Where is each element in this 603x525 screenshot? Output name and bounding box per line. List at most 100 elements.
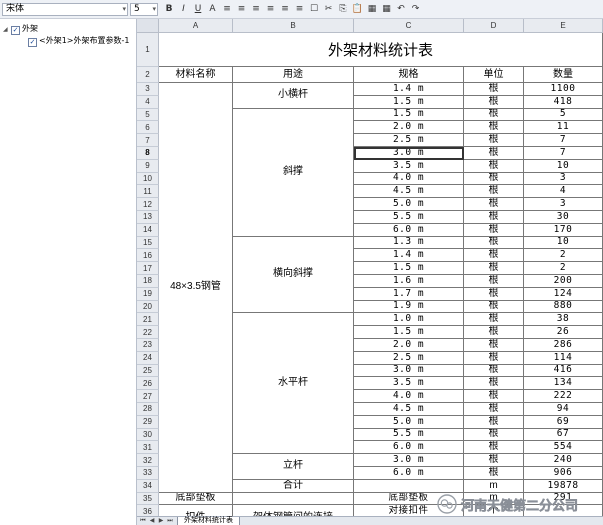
material-name-cell[interactable]: 扣件: [159, 505, 233, 516]
row-header[interactable]: 9: [137, 159, 159, 173]
spec-cell[interactable]: 3.0 m: [354, 147, 464, 160]
first-sheet-icon[interactable]: ⏮: [139, 517, 147, 525]
align-center-icon[interactable]: ≡: [235, 3, 249, 16]
quantity-cell[interactable]: 4: [524, 185, 603, 199]
unit-cell[interactable]: 根: [464, 467, 524, 480]
spec-cell[interactable]: 3.0 m: [354, 364, 464, 378]
spec-cell[interactable]: 1.7 m: [354, 287, 464, 301]
spec-cell[interactable]: 4.5 m: [354, 403, 464, 416]
unit-cell[interactable]: 根: [464, 236, 524, 250]
row-header[interactable]: 6: [137, 121, 159, 135]
quantity-cell[interactable]: 240: [524, 454, 603, 467]
unit-cell[interactable]: 根: [464, 262, 524, 275]
unit-cell[interactable]: 根: [464, 454, 524, 467]
table-header-cell[interactable]: 数量: [524, 67, 603, 83]
spec-cell[interactable]: 1.6 m: [354, 275, 464, 288]
row-header[interactable]: 20: [137, 300, 159, 314]
unit-cell[interactable]: 根: [464, 441, 524, 455]
row-header[interactable]: 26: [137, 377, 159, 391]
spec-cell[interactable]: 3.5 m: [354, 159, 464, 173]
row-header[interactable]: 22: [137, 326, 159, 339]
quantity-cell[interactable]: 7: [524, 134, 603, 147]
align-middle-icon[interactable]: ≡: [278, 3, 292, 16]
column-header[interactable]: A: [159, 19, 233, 33]
quantity-cell[interactable]: 134: [524, 377, 603, 391]
quantity-cell[interactable]: 880: [524, 300, 603, 314]
usage-cell[interactable]: 立杆: [233, 454, 354, 480]
row-header[interactable]: 15: [137, 236, 159, 250]
spec-cell[interactable]: [354, 479, 464, 493]
unit-cell[interactable]: 根: [464, 377, 524, 391]
column-header[interactable]: C: [354, 19, 464, 33]
spec-cell[interactable]: 1.4 m: [354, 83, 464, 96]
usage-cell[interactable]: [233, 492, 354, 506]
unit-cell[interactable]: 根: [464, 95, 524, 109]
italic-icon[interactable]: I: [177, 3, 191, 16]
unit-cell[interactable]: 根: [464, 83, 524, 96]
spec-cell[interactable]: 1.5 m: [354, 326, 464, 339]
row-header[interactable]: 12: [137, 198, 159, 211]
merge-icon[interactable]: ▦: [365, 3, 379, 16]
quantity-cell[interactable]: 94: [524, 403, 603, 416]
row-header[interactable]: 19: [137, 287, 159, 301]
usage-cell[interactable]: 小横杆: [233, 83, 354, 109]
checkbox-checked-icon[interactable]: ✓: [11, 26, 20, 35]
spec-cell[interactable]: 5.5 m: [354, 428, 464, 442]
unit-cell[interactable]: 根: [464, 390, 524, 403]
quantity-cell[interactable]: 38: [524, 313, 603, 327]
quantity-cell[interactable]: 200: [524, 275, 603, 288]
align-top-icon[interactable]: ≡: [264, 3, 278, 16]
unit-cell[interactable]: 根: [464, 134, 524, 147]
unit-cell[interactable]: m: [464, 479, 524, 493]
quantity-cell[interactable]: 286: [524, 339, 603, 352]
quantity-cell[interactable]: 222: [524, 390, 603, 403]
quantity-cell[interactable]: 11: [524, 121, 603, 135]
align-right-icon[interactable]: ≡: [249, 3, 263, 16]
column-header[interactable]: E: [524, 19, 603, 33]
spec-cell[interactable]: 5.0 m: [354, 415, 464, 429]
last-sheet-icon[interactable]: ⏭: [166, 517, 174, 525]
usage-cell[interactable]: 水平杆: [233, 313, 354, 455]
row-header[interactable]: 35: [137, 492, 159, 506]
spec-cell[interactable]: 1.5 m: [354, 262, 464, 275]
unit-cell[interactable]: 根: [464, 211, 524, 224]
spec-cell[interactable]: 1.3 m: [354, 236, 464, 250]
unit-cell[interactable]: 根: [464, 300, 524, 314]
spec-cell[interactable]: 4.5 m: [354, 185, 464, 199]
quantity-cell[interactable]: 114: [524, 351, 603, 365]
row-header[interactable]: 25: [137, 364, 159, 378]
quantity-cell[interactable]: 416: [524, 364, 603, 378]
unit-cell[interactable]: 根: [464, 339, 524, 352]
quantity-cell[interactable]: 30: [524, 211, 603, 224]
row-header[interactable]: 33: [137, 467, 159, 480]
cell-grid[interactable]: A B C D E 1 2 3 4 5 6 7 8 9 10 11 12 13 14 15 16 17 18 19 20 21 22…: [137, 19, 603, 516]
row-header[interactable]: 3: [137, 83, 159, 96]
spec-cell[interactable]: 3.5 m: [354, 377, 464, 391]
row-header[interactable]: 5: [137, 108, 159, 122]
row-header[interactable]: 34: [137, 479, 159, 493]
font-size-select[interactable]: 5 ▾: [130, 3, 158, 16]
row-header[interactable]: 4: [137, 95, 159, 109]
prev-sheet-icon[interactable]: ◀: [148, 517, 156, 525]
unit-cell[interactable]: 根: [464, 147, 524, 160]
align-bottom-icon[interactable]: ≡: [293, 3, 307, 16]
row-header[interactable]: 13: [137, 211, 159, 224]
material-name-cell[interactable]: 48×3.5钢管: [159, 83, 233, 493]
quantity-cell[interactable]: 3: [524, 198, 603, 211]
font-color-icon[interactable]: A: [206, 3, 220, 16]
quantity-cell[interactable]: 5: [524, 108, 603, 122]
spec-cell[interactable]: 2.5 m: [354, 134, 464, 147]
row-header[interactable]: 2: [137, 67, 159, 83]
quantity-cell[interactable]: 554: [524, 441, 603, 455]
spec-cell[interactable]: 6.0 m: [354, 441, 464, 455]
unit-cell[interactable]: 根: [464, 326, 524, 339]
row-header[interactable]: 16: [137, 249, 159, 263]
copy-icon[interactable]: ⎘: [336, 3, 350, 16]
unit-cell[interactable]: 根: [464, 287, 524, 301]
spec-cell[interactable]: 5.5 m: [354, 211, 464, 224]
row-header[interactable]: 29: [137, 415, 159, 429]
row-header[interactable]: 28: [137, 403, 159, 416]
column-header[interactable]: B: [233, 19, 354, 33]
spec-cell[interactable]: 4.0 m: [354, 172, 464, 186]
underline-icon[interactable]: U: [191, 3, 205, 16]
